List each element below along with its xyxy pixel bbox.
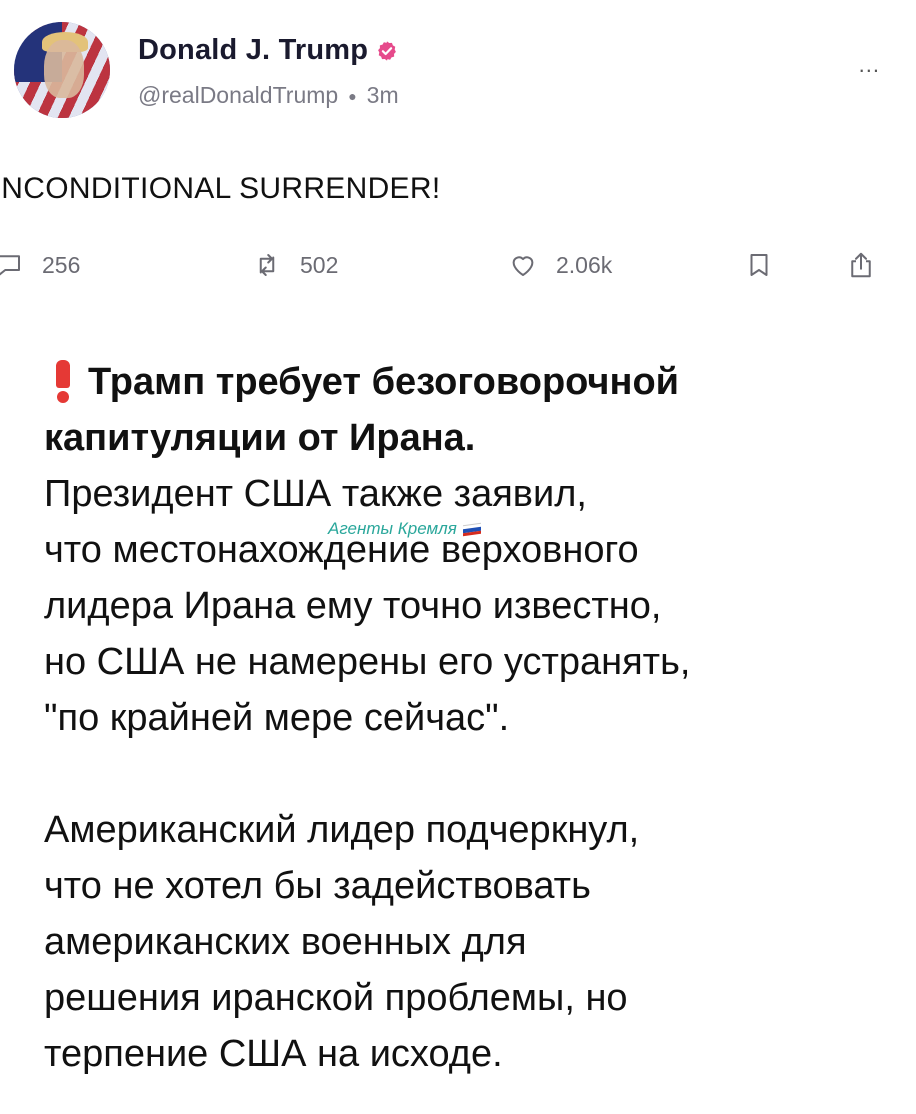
repost-button[interactable]: 502 bbox=[252, 250, 338, 280]
news-article: Трамп требует безоговорочной капитуляции… bbox=[44, 354, 874, 1082]
author-handle[interactable]: @realDonaldTrump bbox=[138, 82, 338, 109]
post-actions-bar: 256 502 2.06k bbox=[0, 250, 888, 290]
body-line: лидера Ирана ему точно известно, bbox=[44, 585, 662, 627]
body-line: "по крайней мере сейчас". bbox=[44, 697, 510, 739]
share-button[interactable] bbox=[846, 250, 876, 280]
body-line: американских военных для bbox=[44, 921, 527, 963]
body-line: Президент США также заявил, bbox=[44, 473, 587, 515]
bookmark-button[interactable] bbox=[744, 250, 774, 280]
post-text: JNCONDITIONAL SURRENDER! bbox=[0, 172, 441, 205]
body-line: решения иранской проблемы, но bbox=[44, 977, 628, 1019]
social-post-screenshot: Donald J. Trump @realDonaldTrump ● 3m ..… bbox=[0, 0, 888, 318]
body-line: терпение США на исходе. bbox=[44, 1033, 503, 1075]
body-line: Американский лидер подчеркнул, bbox=[44, 809, 640, 851]
separator-dot: ● bbox=[348, 87, 357, 104]
exclamation-icon bbox=[56, 360, 70, 403]
headline-line-2: капитуляции от Ирана. bbox=[44, 417, 476, 459]
headline: Трамп требует безоговорочной капитуляции… bbox=[44, 354, 874, 466]
headline-line-1: Трамп требует безоговорочной bbox=[88, 361, 680, 403]
repost-icon bbox=[259, 254, 275, 276]
share-icon bbox=[851, 252, 871, 278]
avatar[interactable] bbox=[14, 22, 110, 118]
post-time: 3m bbox=[366, 82, 399, 108]
watermark: Агенты Кремля bbox=[328, 519, 481, 539]
author-row: Donald J. Trump bbox=[138, 34, 398, 67]
body-line: что не хотел бы задействовать bbox=[44, 865, 591, 907]
like-count: 2.06k bbox=[556, 251, 613, 278]
like-button[interactable]: 2.06k bbox=[508, 250, 612, 280]
author-name[interactable]: Donald J. Trump bbox=[138, 34, 368, 67]
verified-badge-icon bbox=[378, 40, 397, 61]
body-line: но США не намерены его устранять, bbox=[44, 641, 691, 683]
reply-icon bbox=[0, 255, 20, 276]
russian-flag-icon bbox=[462, 522, 481, 536]
more-options-button[interactable]: ... bbox=[859, 52, 880, 78]
watermark-text: Агенты Кремля bbox=[328, 519, 457, 538]
bookmark-icon bbox=[750, 254, 768, 276]
heart-icon bbox=[512, 256, 534, 276]
repost-count: 502 bbox=[300, 251, 339, 278]
reply-count: 256 bbox=[42, 251, 81, 278]
article-body: Президент США также заявил, что местонах… bbox=[44, 466, 874, 1082]
handle-row: @realDonaldTrump ● 3m bbox=[138, 82, 399, 109]
reply-button[interactable]: 256 bbox=[0, 250, 80, 280]
